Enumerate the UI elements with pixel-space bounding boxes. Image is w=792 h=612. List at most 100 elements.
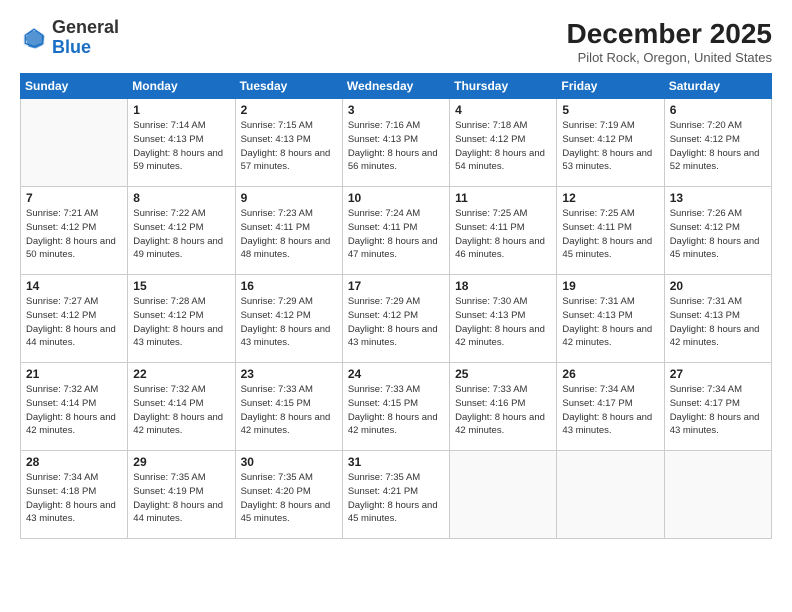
calendar-cell: 16 Sunrise: 7:29 AM Sunset: 4:12 PM Dayli… — [235, 275, 342, 363]
day-info: Sunrise: 7:34 AM Sunset: 4:17 PM Dayligh… — [562, 383, 658, 438]
logo-general-text: General — [52, 17, 119, 37]
calendar-cell: 24Sunrise: 7:33 AM Sunset: 4:15 PM Dayli… — [342, 363, 449, 451]
day-number: 23 — [241, 367, 337, 381]
day-info: Sunrise: 7:32 AM Sunset: 4:14 PM Dayligh… — [133, 383, 229, 438]
calendar-cell: 2Sunrise: 7:15 AM Sunset: 4:13 PM Daylig… — [235, 99, 342, 187]
day-info: Sunrise: 7:29 AM Sunset: 4:12 PM Dayligh… — [348, 295, 444, 350]
calendar-cell: 1 Sunrise: 7:14 AM Sunset: 4:13 PM Daylig… — [128, 99, 235, 187]
calendar-cell — [450, 451, 557, 539]
day-number: 8 — [133, 191, 229, 205]
calendar-cell: 29Sunrise: 7:35 AM Sunset: 4:19 PM Dayli… — [128, 451, 235, 539]
calendar-cell: 5Sunrise: 7:19 AM Sunset: 4:12 PM Daylig… — [557, 99, 664, 187]
calendar-cell: 9 Sunrise: 7:23 AM Sunset: 4:11 PM Daylig… — [235, 187, 342, 275]
day-number: 31 — [348, 455, 444, 469]
day-number: 1 — [133, 103, 229, 117]
calendar-cell: 31 Sunrise: 7:35 AM Sunset: 4:21 PM Dayli… — [342, 451, 449, 539]
calendar-cell: 8 Sunrise: 7:22 AM Sunset: 4:12 PM Daylig… — [128, 187, 235, 275]
day-number: 12 — [562, 191, 658, 205]
calendar-cell: 10 Sunrise: 7:24 AM Sunset: 4:11 PM Dayli… — [342, 187, 449, 275]
day-number: 28 — [26, 455, 122, 469]
calendar-cell — [21, 99, 128, 187]
day-number: 9 — [241, 191, 337, 205]
day-info: Sunrise: 7:35 AM Sunset: 4:19 PM Dayligh… — [133, 471, 229, 526]
calendar-week-row: 1 Sunrise: 7:14 AM Sunset: 4:13 PM Daylig… — [21, 99, 772, 187]
calendar-cell: 6 Sunrise: 7:20 AM Sunset: 4:12 PM Daylig… — [664, 99, 771, 187]
day-info: Sunrise: 7:34 AM Sunset: 4:17 PM Dayligh… — [670, 383, 766, 438]
day-info: Sunrise: 7:32 AM Sunset: 4:14 PM Dayligh… — [26, 383, 122, 438]
day-info: Sunrise: 7:15 AM Sunset: 4:13 PM Dayligh… — [241, 119, 337, 174]
day-number: 16 — [241, 279, 337, 293]
calendar-week-row: 21Sunrise: 7:32 AM Sunset: 4:14 PM Dayli… — [21, 363, 772, 451]
day-info: Sunrise: 7:29 AM Sunset: 4:12 PM Dayligh… — [241, 295, 337, 350]
calendar-cell: 11 Sunrise: 7:25 AM Sunset: 4:11 PM Dayli… — [450, 187, 557, 275]
day-number: 20 — [670, 279, 766, 293]
day-info: Sunrise: 7:35 AM Sunset: 4:20 PM Dayligh… — [241, 471, 337, 526]
day-number: 22 — [133, 367, 229, 381]
title-block: December 2025 Pilot Rock, Oregon, United… — [567, 18, 772, 65]
day-number: 3 — [348, 103, 444, 117]
day-number: 11 — [455, 191, 551, 205]
day-info: Sunrise: 7:14 AM Sunset: 4:13 PM Dayligh… — [133, 119, 229, 174]
day-info: Sunrise: 7:22 AM Sunset: 4:12 PM Dayligh… — [133, 207, 229, 262]
day-info: Sunrise: 7:31 AM Sunset: 4:13 PM Dayligh… — [562, 295, 658, 350]
day-info: Sunrise: 7:35 AM Sunset: 4:21 PM Dayligh… — [348, 471, 444, 526]
calendar-cell: 21Sunrise: 7:32 AM Sunset: 4:14 PM Dayli… — [21, 363, 128, 451]
calendar-cell: 30 Sunrise: 7:35 AM Sunset: 4:20 PM Dayli… — [235, 451, 342, 539]
day-info: Sunrise: 7:23 AM Sunset: 4:11 PM Dayligh… — [241, 207, 337, 262]
day-info: Sunrise: 7:20 AM Sunset: 4:12 PM Dayligh… — [670, 119, 766, 174]
calendar-header-monday: Monday — [128, 74, 235, 99]
day-info: Sunrise: 7:27 AM Sunset: 4:12 PM Dayligh… — [26, 295, 122, 350]
header: General Blue December 2025 Pilot Rock, O… — [20, 18, 772, 65]
day-info: Sunrise: 7:21 AM Sunset: 4:12 PM Dayligh… — [26, 207, 122, 262]
calendar-cell: 14 Sunrise: 7:27 AM Sunset: 4:12 PM Dayli… — [21, 275, 128, 363]
calendar-cell: 12 Sunrise: 7:25 AM Sunset: 4:11 PM Dayli… — [557, 187, 664, 275]
calendar-header-tuesday: Tuesday — [235, 74, 342, 99]
calendar-cell: 7 Sunrise: 7:21 AM Sunset: 4:12 PM Daylig… — [21, 187, 128, 275]
calendar-cell — [664, 451, 771, 539]
calendar-cell: 19Sunrise: 7:31 AM Sunset: 4:13 PM Dayli… — [557, 275, 664, 363]
day-info: Sunrise: 7:31 AM Sunset: 4:13 PM Dayligh… — [670, 295, 766, 350]
day-number: 6 — [670, 103, 766, 117]
day-number: 7 — [26, 191, 122, 205]
calendar-cell: 4 Sunrise: 7:18 AM Sunset: 4:12 PM Daylig… — [450, 99, 557, 187]
calendar-week-row: 14 Sunrise: 7:27 AM Sunset: 4:12 PM Dayli… — [21, 275, 772, 363]
day-number: 13 — [670, 191, 766, 205]
day-number: 30 — [241, 455, 337, 469]
logo-blue-text: Blue — [52, 37, 91, 57]
day-info: Sunrise: 7:26 AM Sunset: 4:12 PM Dayligh… — [670, 207, 766, 262]
calendar-header-thursday: Thursday — [450, 74, 557, 99]
day-info: Sunrise: 7:25 AM Sunset: 4:11 PM Dayligh… — [562, 207, 658, 262]
calendar-cell — [557, 451, 664, 539]
logo-icon — [20, 24, 48, 52]
calendar-cell: 27Sunrise: 7:34 AM Sunset: 4:17 PM Dayli… — [664, 363, 771, 451]
page: General Blue December 2025 Pilot Rock, O… — [0, 0, 792, 612]
calendar-cell: 28 Sunrise: 7:34 AM Sunset: 4:18 PM Dayli… — [21, 451, 128, 539]
day-info: Sunrise: 7:18 AM Sunset: 4:12 PM Dayligh… — [455, 119, 551, 174]
calendar-cell: 18 Sunrise: 7:30 AM Sunset: 4:13 PM Dayli… — [450, 275, 557, 363]
day-number: 14 — [26, 279, 122, 293]
day-info: Sunrise: 7:30 AM Sunset: 4:13 PM Dayligh… — [455, 295, 551, 350]
day-number: 25 — [455, 367, 551, 381]
month-title: December 2025 — [567, 18, 772, 50]
day-info: Sunrise: 7:34 AM Sunset: 4:18 PM Dayligh… — [26, 471, 122, 526]
day-info: Sunrise: 7:33 AM Sunset: 4:15 PM Dayligh… — [348, 383, 444, 438]
calendar-cell: 23 Sunrise: 7:33 AM Sunset: 4:15 PM Dayli… — [235, 363, 342, 451]
location: Pilot Rock, Oregon, United States — [567, 50, 772, 65]
calendar-cell: 17Sunrise: 7:29 AM Sunset: 4:12 PM Dayli… — [342, 275, 449, 363]
day-info: Sunrise: 7:19 AM Sunset: 4:12 PM Dayligh… — [562, 119, 658, 174]
day-number: 10 — [348, 191, 444, 205]
calendar-cell: 15Sunrise: 7:28 AM Sunset: 4:12 PM Dayli… — [128, 275, 235, 363]
calendar-week-row: 7 Sunrise: 7:21 AM Sunset: 4:12 PM Daylig… — [21, 187, 772, 275]
day-info: Sunrise: 7:33 AM Sunset: 4:16 PM Dayligh… — [455, 383, 551, 438]
calendar-cell: 3Sunrise: 7:16 AM Sunset: 4:13 PM Daylig… — [342, 99, 449, 187]
day-number: 18 — [455, 279, 551, 293]
day-info: Sunrise: 7:28 AM Sunset: 4:12 PM Dayligh… — [133, 295, 229, 350]
day-number: 4 — [455, 103, 551, 117]
calendar-cell: 22 Sunrise: 7:32 AM Sunset: 4:14 PM Dayli… — [128, 363, 235, 451]
day-info: Sunrise: 7:24 AM Sunset: 4:11 PM Dayligh… — [348, 207, 444, 262]
day-info: Sunrise: 7:33 AM Sunset: 4:15 PM Dayligh… — [241, 383, 337, 438]
calendar-header-sunday: Sunday — [21, 74, 128, 99]
calendar-header-wednesday: Wednesday — [342, 74, 449, 99]
day-info: Sunrise: 7:25 AM Sunset: 4:11 PM Dayligh… — [455, 207, 551, 262]
calendar: SundayMondayTuesdayWednesdayThursdayFrid… — [20, 73, 772, 539]
